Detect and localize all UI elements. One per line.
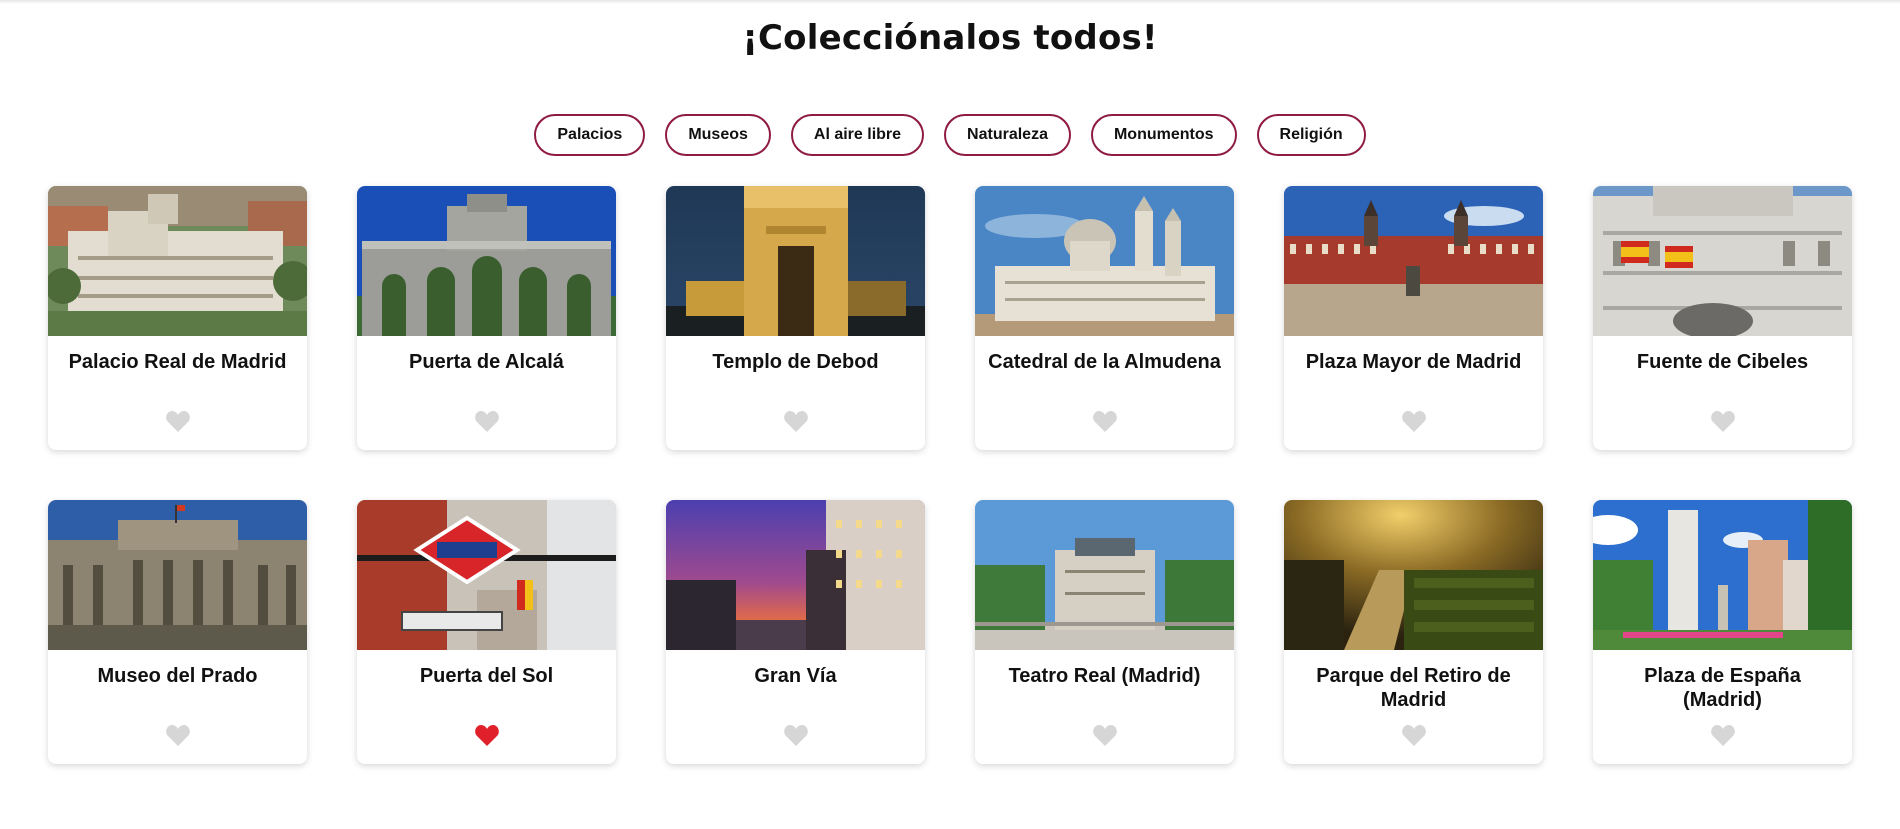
- heart-icon[interactable]: [1401, 410, 1427, 434]
- landmark-title: Puerta de Alcalá: [409, 351, 564, 373]
- landmark-card[interactable]: Gran Vía: [666, 500, 925, 764]
- heart-icon[interactable]: [1092, 410, 1118, 434]
- filter-palacios[interactable]: Palacios: [534, 114, 646, 156]
- landmark-title: Puerta del Sol: [419, 665, 554, 687]
- top-shadow: [0, 0, 1900, 4]
- landmark-title: Teatro Real (Madrid): [1008, 665, 1201, 687]
- landmark-card[interactable]: Museo del Prado: [48, 500, 307, 764]
- heart-icon[interactable]: [474, 724, 500, 748]
- heart-icon[interactable]: [165, 410, 191, 434]
- landmark-title: Gran Vía: [754, 665, 837, 687]
- landmark-title: Templo de Debod: [712, 351, 879, 373]
- landmark-title: Parque del Retiro de Madrid: [1316, 665, 1511, 711]
- landmark-photo: [1284, 186, 1543, 336]
- landmark-card[interactable]: Puerta de Alcalá: [357, 186, 616, 450]
- landmark-card[interactable]: Puerta del Sol: [357, 500, 616, 764]
- landmark-card[interactable]: Teatro Real (Madrid): [975, 500, 1234, 764]
- heart-icon[interactable]: [1401, 724, 1427, 748]
- heart-icon[interactable]: [1710, 724, 1736, 748]
- landmark-photo: [357, 186, 616, 336]
- heart-icon[interactable]: [783, 724, 809, 748]
- landmark-card[interactable]: Parque del Retiro de Madrid: [1284, 500, 1543, 764]
- landmark-photo: [1284, 500, 1543, 650]
- landmark-photo: [1593, 186, 1852, 336]
- landmark-title: Fuente de Cibeles: [1636, 351, 1809, 373]
- landmark-photo: [666, 186, 925, 336]
- filter-religion[interactable]: Religión: [1256, 114, 1366, 156]
- landmark-photo: [975, 186, 1234, 336]
- landmark-card[interactable]: Catedral de la Almudena: [975, 186, 1234, 450]
- landmark-card[interactable]: Plaza Mayor de Madrid: [1284, 186, 1543, 450]
- filter-al-aire-libre[interactable]: Al aire libre: [790, 114, 925, 156]
- page-title: ¡Colecciónalos todos!: [742, 18, 1158, 58]
- heart-icon[interactable]: [1092, 724, 1118, 748]
- landmark-card[interactable]: Palacio Real de Madrid: [48, 186, 307, 450]
- landmark-photo: [48, 186, 307, 336]
- filter-naturaleza[interactable]: Naturaleza: [944, 114, 1071, 156]
- landmark-photo: [48, 500, 307, 650]
- landmark-title: Plaza Mayor de Madrid: [1305, 351, 1522, 373]
- landmark-title: Plaza de España (Madrid): [1644, 665, 1801, 711]
- heart-icon[interactable]: [474, 410, 500, 434]
- landmark-photo: [357, 500, 616, 650]
- landmark-photo: [975, 500, 1234, 650]
- heart-icon[interactable]: [165, 724, 191, 748]
- filter-museos[interactable]: Museos: [665, 114, 771, 156]
- landmark-photo: [1593, 500, 1852, 650]
- landmark-card[interactable]: Plaza de España (Madrid): [1593, 500, 1852, 764]
- landmark-card[interactable]: Fuente de Cibeles: [1593, 186, 1852, 450]
- landmark-card[interactable]: Templo de Debod: [666, 186, 925, 450]
- heart-icon[interactable]: [1710, 410, 1736, 434]
- landmark-title: Palacio Real de Madrid: [68, 351, 287, 373]
- category-filters: Palacios Museos Al aire libre Naturaleza…: [0, 114, 1900, 156]
- landmark-title: Catedral de la Almudena: [988, 351, 1221, 373]
- landmark-title: Museo del Prado: [97, 665, 258, 687]
- heart-icon[interactable]: [783, 410, 809, 434]
- filter-monumentos[interactable]: Monumentos: [1090, 114, 1237, 156]
- landmark-grid: Palacio Real de Madrid Puerta de Alcalá …: [48, 186, 1852, 764]
- landmark-photo: [666, 500, 925, 650]
